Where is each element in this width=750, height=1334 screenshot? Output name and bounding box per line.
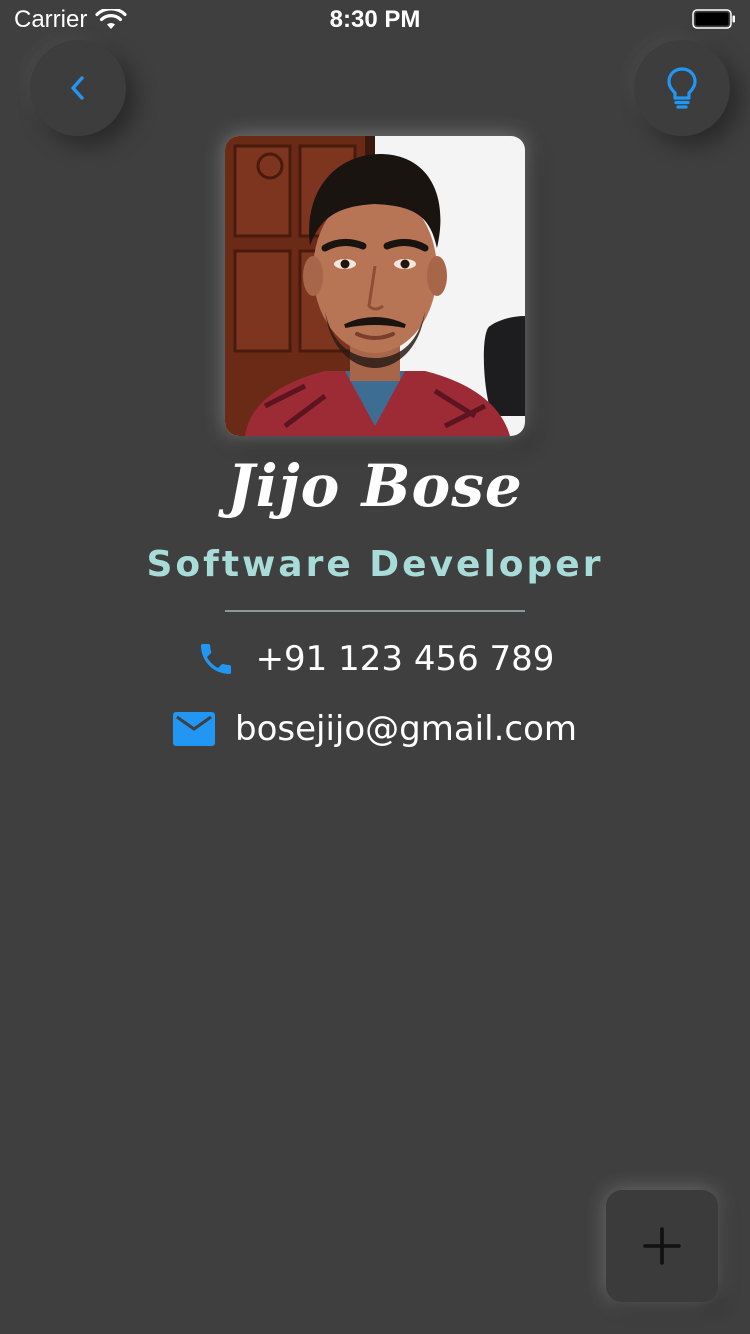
avatar (225, 136, 525, 436)
status-time: 8:30 PM (329, 6, 421, 33)
chevron-left-icon (71, 76, 84, 100)
profile-photo (225, 136, 525, 436)
profile-job-title: Software Developer (146, 544, 604, 585)
phone-row[interactable]: +91 123 456 789 (0, 634, 750, 684)
add-button[interactable] (606, 1190, 718, 1302)
plus-icon (643, 1227, 681, 1265)
email-icon (172, 712, 215, 746)
phone-icon (200, 644, 231, 674)
email-address: bosejijo@gmail.com (234, 709, 577, 749)
theme-toggle-button[interactable] (634, 40, 730, 136)
email-row[interactable]: bosejijo@gmail.com (0, 704, 750, 754)
battery-icon (692, 9, 735, 29)
lightbulb-icon (667, 67, 697, 109)
profile-name: Jijo Bose (227, 452, 523, 520)
phone-number: +91 123 456 789 (255, 639, 555, 679)
divider (225, 610, 525, 612)
back-button[interactable] (30, 40, 126, 136)
status-bar: Carrier 8:30 PM (0, 0, 750, 40)
